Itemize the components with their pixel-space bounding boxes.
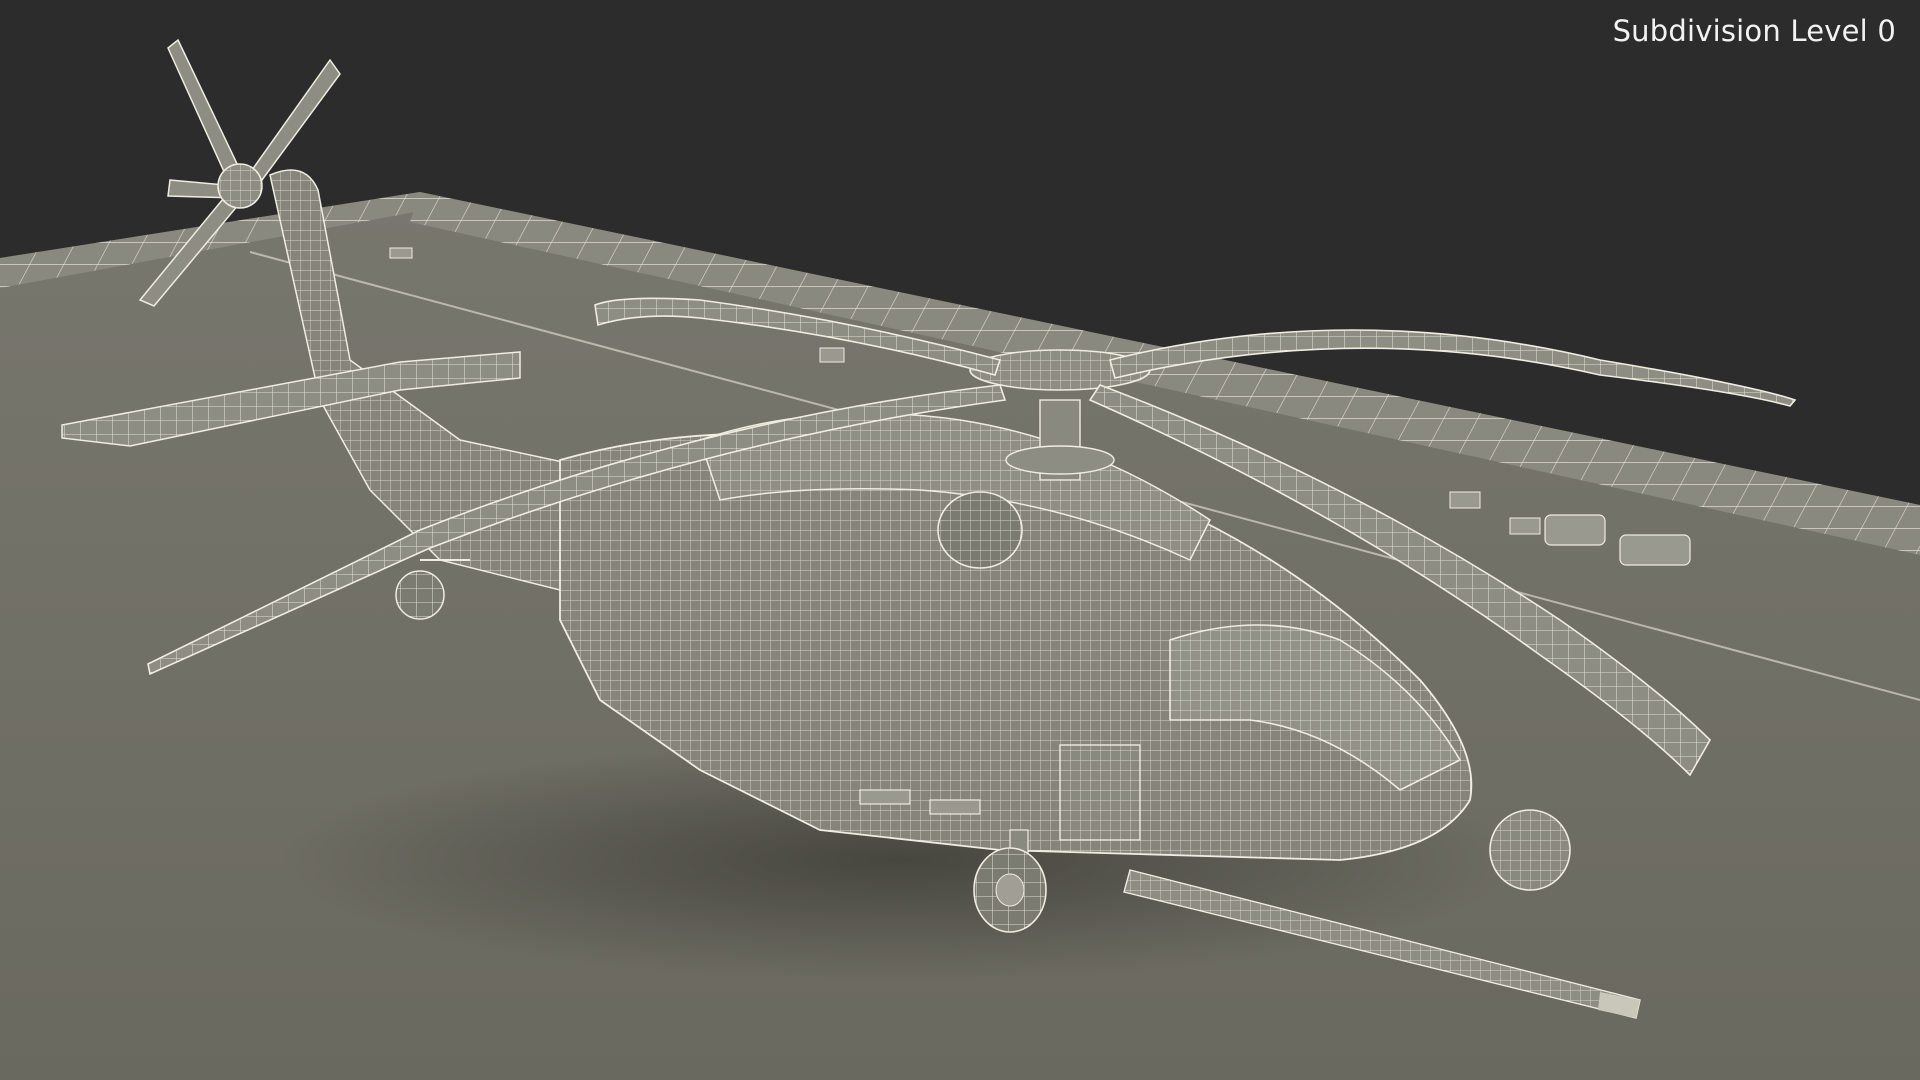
boarding-step — [859, 789, 911, 805]
wireframe-scene — [0, 38, 1920, 1080]
subdivision-level-label: Subdivision Level 0 — [1612, 14, 1896, 48]
render-viewport: Subdivision Level 0 — [0, 0, 1920, 1080]
